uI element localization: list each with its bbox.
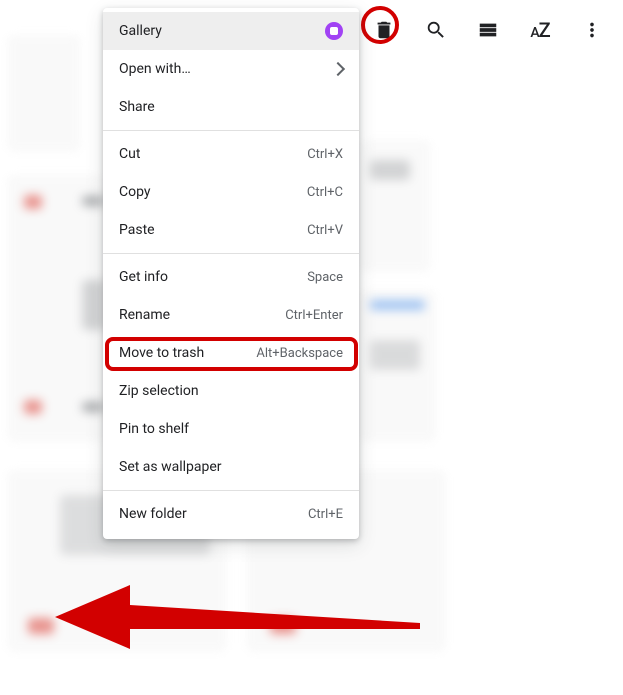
menu-item-get-info[interactable]: Get info Space [103, 258, 359, 296]
menu-item-open-with[interactable]: Open with… [103, 50, 359, 88]
menu-item-gallery[interactable]: Gallery [103, 12, 359, 50]
context-menu: Gallery Open with… Share Cut Ctrl+X Copy Ctrl+… [103, 8, 359, 539]
menu-item-zip-selection[interactable]: Zip selection [103, 372, 359, 410]
trash-icon [373, 19, 395, 41]
menu-item-label: Paste [119, 222, 293, 238]
menu-divider [103, 490, 359, 491]
menu-item-shortcut: Space [307, 270, 343, 285]
menu-item-move-to-trash[interactable]: Move to trash Alt+Backspace [103, 334, 359, 372]
menu-item-label: Pin to shelf [119, 421, 343, 437]
bg-smudge [270, 618, 296, 634]
bg-smudge [24, 195, 42, 209]
menu-item-share[interactable]: Share [103, 88, 359, 126]
menu-divider [103, 253, 359, 254]
menu-item-label: Zip selection [119, 383, 343, 399]
search-button[interactable] [410, 10, 462, 50]
menu-item-label: Get info [119, 269, 293, 285]
bg-smudge [370, 340, 420, 370]
menu-item-shortcut: Ctrl+E [308, 507, 343, 522]
menu-item-label: Cut [119, 146, 293, 162]
sort-button[interactable]: AZ [514, 10, 566, 50]
chevron-right-icon [331, 62, 345, 76]
menu-item-label: Share [119, 99, 343, 115]
menu-item-label: Set as wallpaper [119, 459, 343, 475]
menu-item-label: Open with… [119, 61, 333, 77]
toolbar: AZ [358, 10, 618, 50]
menu-item-paste[interactable]: Paste Ctrl+V [103, 211, 359, 249]
menu-item-rename[interactable]: Rename Ctrl+Enter [103, 296, 359, 334]
gallery-badge-icon [325, 22, 343, 40]
bg-smudge [370, 300, 425, 310]
bg-smudge [82, 196, 104, 206]
menu-item-label: Gallery [119, 23, 319, 39]
menu-item-label: Copy [119, 184, 293, 200]
bg-smudge [24, 400, 42, 414]
menu-item-copy[interactable]: Copy Ctrl+C [103, 173, 359, 211]
menu-item-shortcut: Ctrl+Enter [285, 308, 343, 323]
trash-button[interactable] [358, 10, 410, 50]
more-button[interactable] [566, 10, 618, 50]
menu-item-set-as-wallpaper[interactable]: Set as wallpaper [103, 448, 359, 486]
menu-item-shortcut: Alt+Backspace [256, 346, 343, 361]
bg-smudge [370, 160, 410, 180]
bg-smudge [28, 618, 54, 634]
bg-thumbnail [8, 35, 80, 150]
menu-item-shortcut: Ctrl+X [307, 147, 343, 162]
menu-item-shortcut: Ctrl+C [307, 185, 343, 200]
bg-smudge [82, 402, 104, 412]
search-icon [425, 19, 447, 41]
menu-item-label: Move to trash [119, 345, 242, 361]
menu-item-label: New folder [119, 506, 294, 522]
menu-item-pin-to-shelf[interactable]: Pin to shelf [103, 410, 359, 448]
list-view-button[interactable] [462, 10, 514, 50]
more-vertical-icon [581, 19, 603, 41]
menu-item-label: Rename [119, 307, 271, 323]
list-view-icon [477, 19, 499, 41]
menu-item-cut[interactable]: Cut Ctrl+X [103, 135, 359, 173]
menu-divider [103, 130, 359, 131]
sort-label: AZ [530, 18, 549, 42]
menu-item-shortcut: Ctrl+V [307, 223, 343, 238]
menu-item-new-folder[interactable]: New folder Ctrl+E [103, 495, 359, 533]
